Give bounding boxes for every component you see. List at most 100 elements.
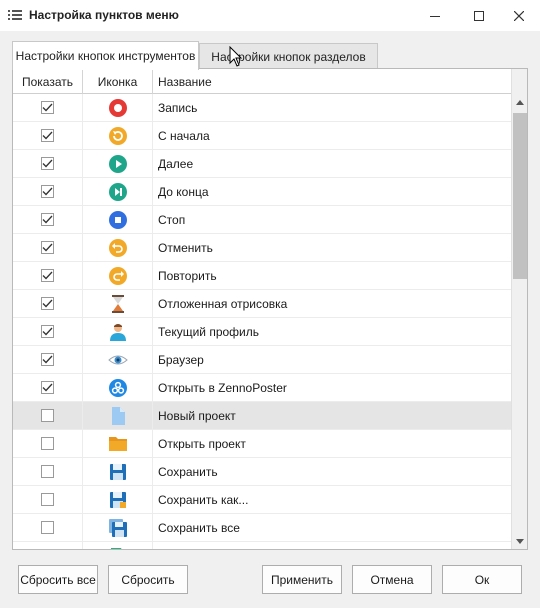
checkmark-icon [42,187,53,196]
grid-row[interactable]: Отложенная отрисовка [13,290,511,318]
icon-cell [83,486,153,514]
show-cell [13,206,83,234]
show-checkbox[interactable] [41,213,54,226]
show-checkbox[interactable] [41,465,54,478]
checkmark-icon [42,271,53,280]
vertical-scrollbar[interactable] [511,69,527,549]
mouse-cursor-icon [229,46,243,67]
grid-row[interactable]: Новый проект [13,402,511,430]
item-name: Открыть проект [158,437,246,451]
show-checkbox[interactable] [41,101,54,114]
show-cell [13,178,83,206]
show-cell [13,346,83,374]
tab-tool-buttons[interactable]: Настройки кнопок инструментов [12,41,199,70]
column-header-icon[interactable]: Иконка [83,69,153,94]
grid-row[interactable]: Повторить [13,262,511,290]
show-cell [13,290,83,318]
icon-cell [83,542,153,549]
scroll-down-button[interactable] [512,533,527,549]
show-checkbox[interactable] [41,185,54,198]
folder-icon [108,437,127,451]
item-name: Браузер [158,353,204,367]
export-icon [110,548,121,549]
icon-cell [83,262,153,290]
grid-row[interactable] [13,542,511,550]
save-icon [109,464,126,480]
show-checkbox[interactable] [41,493,54,506]
ok-button[interactable]: Ок [442,565,522,594]
item-name: Сохранить [158,465,218,479]
title-bar: Настройка пунктов меню [0,0,540,31]
scroll-up-button[interactable] [512,94,527,111]
icon-cell [83,458,153,486]
close-button[interactable] [496,0,540,31]
save-all-icon [108,519,127,537]
show-checkbox[interactable] [41,269,54,282]
grid-row[interactable]: Браузер [13,346,511,374]
grid-row[interactable]: Отменить [13,234,511,262]
item-name: Повторить [158,269,217,283]
maximize-icon [474,10,484,21]
show-checkbox[interactable] [41,409,54,422]
grid-row[interactable]: Далее [13,150,511,178]
column-header-show[interactable]: Показать [13,69,83,94]
checkmark-icon [42,299,53,308]
grid-rows: Запись С начала Далее До конца Стоп Отменить П… [13,94,511,550]
icon-cell [83,234,153,262]
show-cell [13,542,83,550]
scrollbar-thumb[interactable] [513,113,527,279]
minimize-button[interactable] [412,0,458,31]
show-cell [13,402,83,430]
icon-cell [83,150,153,178]
icon-cell [83,346,153,374]
grid-row[interactable]: Стоп [13,206,511,234]
show-checkbox[interactable] [41,549,54,550]
grid-row[interactable]: Сохранить как... [13,486,511,514]
show-cell [13,262,83,290]
minimize-icon [430,15,440,17]
icon-cell [83,318,153,346]
apply-button[interactable]: Применить [262,565,342,594]
show-checkbox[interactable] [41,297,54,310]
show-cell [13,234,83,262]
item-name: Отменить [158,241,213,255]
icon-cell [83,122,153,150]
hourglass-icon [111,295,124,313]
grid-row[interactable]: Сохранить [13,458,511,486]
checkmark-icon [42,355,53,364]
show-cell [13,318,83,346]
show-checkbox[interactable] [41,381,54,394]
show-checkbox[interactable] [41,353,54,366]
show-checkbox[interactable] [41,325,54,338]
show-checkbox[interactable] [41,157,54,170]
show-checkbox[interactable] [41,129,54,142]
show-cell [13,150,83,178]
reset-button[interactable]: Сбросить [108,565,188,594]
grid-row[interactable]: С начала [13,122,511,150]
grid-row[interactable]: До конца [13,178,511,206]
grid-row[interactable]: Открыть проект [13,430,511,458]
tab-section-buttons[interactable]: Настройки кнопок разделов [199,43,378,69]
grid-row[interactable]: Сохранить все [13,514,511,542]
icon-cell [83,430,153,458]
reset-all-button[interactable]: Сбросить все [18,565,98,594]
checkmark-icon [42,327,53,336]
new-file-icon [111,407,125,425]
column-header-name[interactable]: Название [153,69,511,94]
grid-row[interactable]: Запись [13,94,511,122]
item-name: Сохранить все [158,521,240,535]
item-name: Отложенная отрисовка [158,297,288,311]
user-profile-icon [109,324,126,341]
icon-cell [83,374,153,402]
show-checkbox[interactable] [41,241,54,254]
show-checkbox[interactable] [41,521,54,534]
grid-row[interactable]: Открыть в ZennoPoster [13,374,511,402]
item-name: Новый проект [158,409,236,423]
show-cell [13,514,83,542]
icon-cell [83,178,153,206]
show-checkbox[interactable] [41,437,54,450]
arrow-up-icon [516,100,524,105]
cancel-button[interactable]: Отмена [352,565,432,594]
icon-cell [83,290,153,318]
grid-row[interactable]: Текущий профиль [13,318,511,346]
